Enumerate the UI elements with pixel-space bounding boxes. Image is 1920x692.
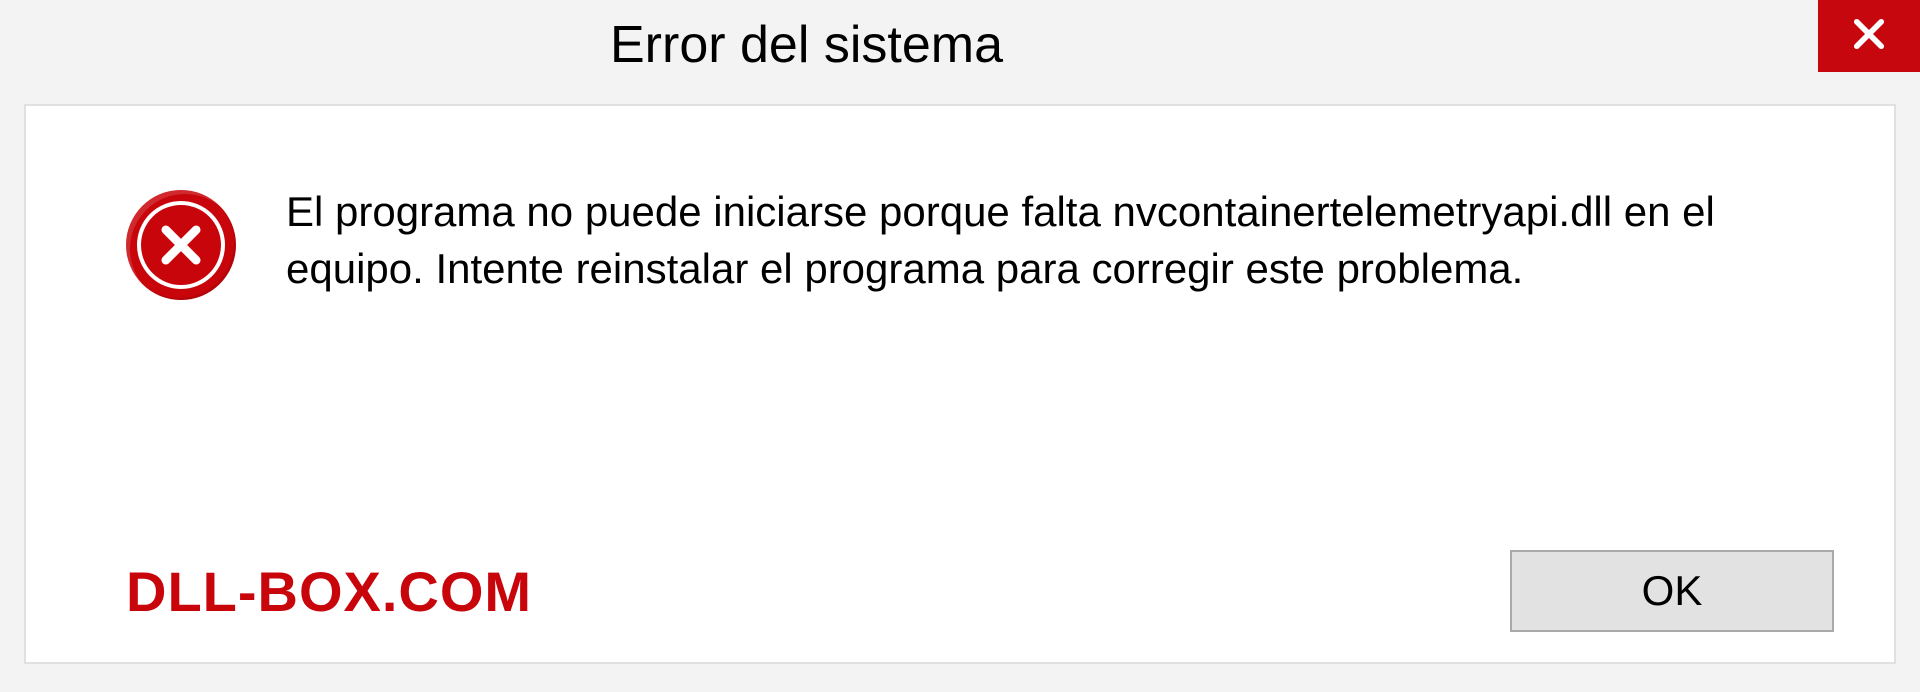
dialog-title: Error del sistema [610, 15, 1003, 75]
titlebar: Error del sistema [0, 0, 1920, 90]
ok-button[interactable]: OK [1510, 550, 1834, 632]
ok-button-label: OK [1642, 567, 1703, 615]
watermark: DLL-BOX.COM [126, 559, 532, 624]
error-message: El programa no puede iniciarse porque fa… [286, 184, 1834, 297]
dialog-body: El programa no puede iniciarse porque fa… [24, 104, 1896, 664]
error-icon [126, 190, 236, 300]
close-icon [1848, 13, 1890, 60]
error-dialog: Error del sistema [0, 0, 1920, 692]
dialog-footer: DLL-BOX.COM OK [26, 550, 1894, 632]
close-button[interactable] [1818, 0, 1920, 72]
message-row: El programa no puede iniciarse porque fa… [126, 184, 1834, 300]
